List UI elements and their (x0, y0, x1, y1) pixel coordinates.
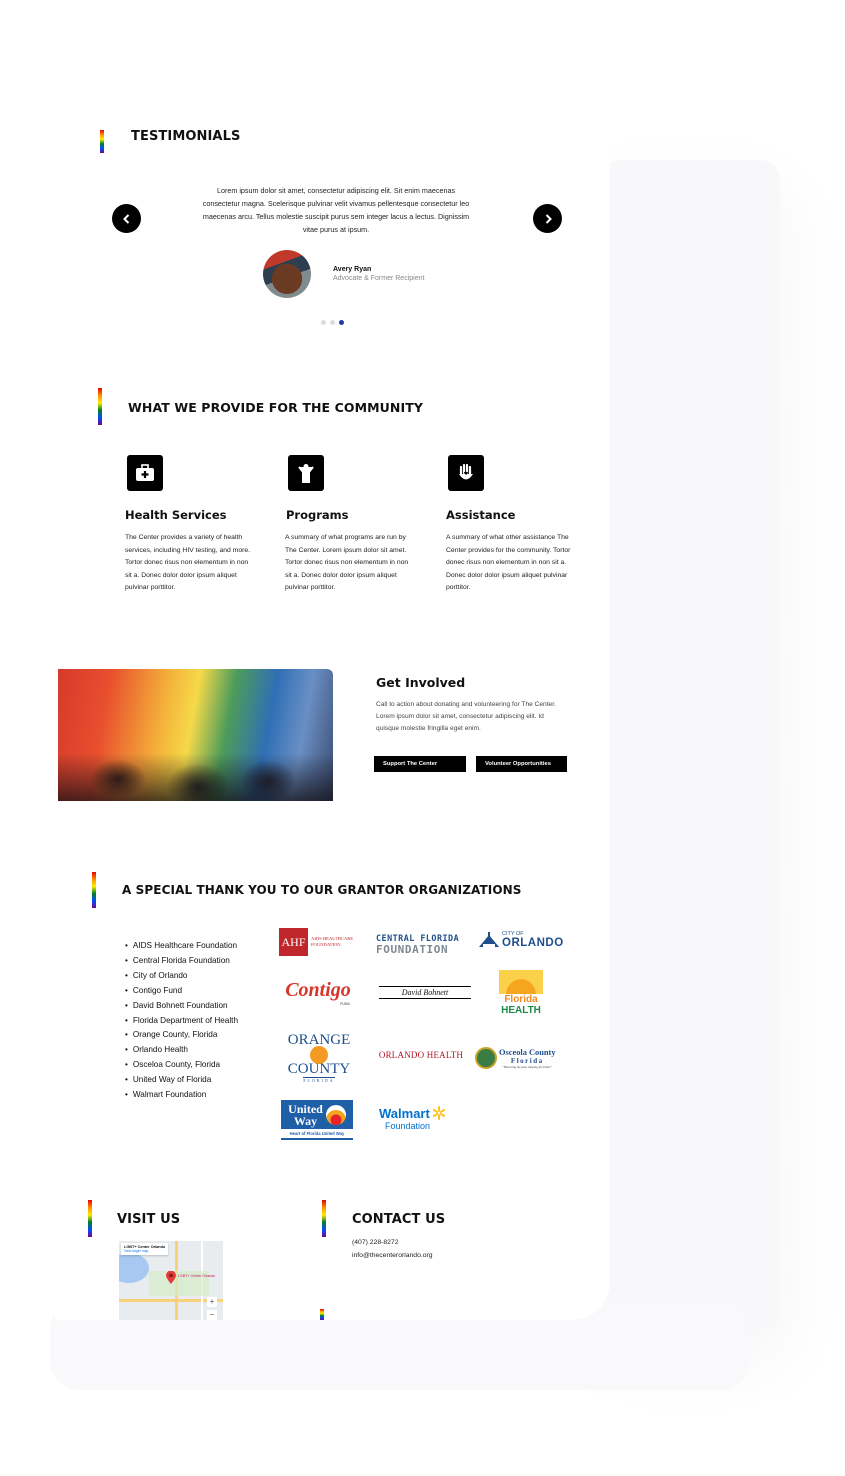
grantors-heading: A SPECIAL THANK YOU TO OUR GRANTOR ORGAN… (122, 883, 522, 897)
zoom-out-button[interactable]: − (207, 1310, 217, 1320)
next-testimonial-button[interactable] (533, 204, 562, 233)
carousel-dot[interactable] (321, 320, 326, 325)
list-item: Orange County, Florida (125, 1028, 238, 1043)
carousel-dot-active[interactable] (339, 320, 344, 325)
walmart-spark-icon (432, 1106, 446, 1120)
author-role: Advocate & Former Recipient (333, 275, 425, 282)
service-description: A summary of what programs are run by Th… (285, 534, 409, 592)
zoom-in-button[interactable]: + (207, 1297, 217, 1307)
carousel-dot[interactable] (330, 320, 335, 325)
background-panel (600, 160, 780, 1330)
contact-phone[interactable]: (407) 228-8272 (352, 1237, 398, 1250)
location-map[interactable]: LGBT+ Center Orlando View larger map LGB… (119, 1241, 223, 1320)
author-name: Avery Ryan (333, 266, 372, 273)
involved-text: Call to action about donating and volunt… (376, 701, 556, 732)
list-item: Osceloa County, Florida (125, 1058, 238, 1073)
carousel-dots (321, 312, 348, 330)
helping-hand-icon (448, 455, 484, 491)
grantor-list: AIDS Healthcare Foundation Central Flori… (125, 939, 238, 1103)
service-title: Health Services (125, 508, 227, 522)
list-item: AIDS Healthcare Foundation (125, 939, 238, 954)
support-center-button[interactable]: Support The Center (374, 756, 466, 772)
involved-heading: Get Involved (376, 675, 466, 690)
contigo-fund-logo: Contigo FUND (285, 978, 351, 1006)
david-bohnett-logo: David Bohnett (379, 982, 471, 1002)
chevron-left-icon (122, 213, 129, 224)
service-description: The Center provides a variety of health … (125, 534, 251, 592)
united-way-logo: United Way Heart of Florida United Way (281, 1100, 353, 1140)
list-item: Central Florida Foundation (125, 954, 238, 969)
medical-kit-icon (127, 455, 163, 491)
chevron-right-icon (545, 213, 552, 224)
section-accent-bar (320, 1309, 324, 1320)
orange-fruit-icon (310, 1045, 328, 1064)
orange-county-logo: ORANGE COUNTY FLORIDA (287, 1031, 351, 1083)
map-pin-label: LGBT+ Center Orlando (178, 1274, 216, 1278)
list-item: David Bohnett Foundation (125, 999, 238, 1014)
list-item: City of Orlando (125, 969, 238, 984)
ahf-logo: AHF AIDS HEALTHCARE FOUNDATION (279, 928, 363, 956)
florida-health-logo: Florida HEALTH (498, 967, 544, 1019)
contact-email[interactable]: info@thecenterorlando.org (352, 1250, 433, 1263)
map-pin-icon (166, 1271, 176, 1284)
list-item: Walmart Foundation (125, 1088, 238, 1103)
pride-parade-photo (58, 669, 333, 801)
central-florida-foundation-logo: CENTRAL FLORIDA FOUNDATION (376, 932, 460, 956)
list-item: Orlando Health (125, 1043, 238, 1058)
section-accent-bar (98, 388, 102, 425)
city-building-icon (479, 932, 499, 947)
list-item: United Way of Florida (125, 1073, 238, 1088)
list-item: Florida Department of Health (125, 1014, 238, 1029)
city-of-orlando-logo: CITY OF ORLANDO (478, 928, 566, 952)
walmart-foundation-logo: Walmart Foundation (379, 1103, 467, 1133)
united-way-hand-icon (325, 1104, 346, 1125)
section-accent-bar (100, 130, 104, 153)
testimonial-quote: Lorem ipsum dolor sit amet, consectetur … (202, 186, 470, 234)
author-avatar (263, 250, 311, 298)
provide-heading: WHAT WE PROVIDE FOR THE COMMUNITY (128, 400, 424, 415)
list-item: Contigo Fund (125, 984, 238, 999)
person-icon (288, 455, 324, 491)
orlando-health-logo: ORLANDO HEALTH (378, 1050, 464, 1060)
osceola-county-logo: Osceola County Florida "Honoring the pas… (475, 1043, 563, 1073)
section-accent-bar (88, 1200, 92, 1237)
view-larger-map-link[interactable]: View larger map (124, 1249, 165, 1253)
service-description: A summary of what other assistance The C… (446, 534, 571, 592)
volunteer-button[interactable]: Volunteer Opportunities (476, 756, 567, 772)
section-accent-bar (92, 872, 96, 908)
service-title: Programs (286, 508, 349, 522)
testimonials-heading: TESTIMONIALS (131, 129, 241, 144)
contact-heading: CONTACT US (352, 1212, 446, 1227)
visit-heading: VISIT US (117, 1212, 181, 1227)
page-card: TESTIMONIALS Lorem ipsum dolor sit amet,… (55, 125, 610, 1320)
prev-testimonial-button[interactable] (112, 204, 141, 233)
service-title: Assistance (446, 508, 516, 522)
section-accent-bar (322, 1200, 326, 1237)
